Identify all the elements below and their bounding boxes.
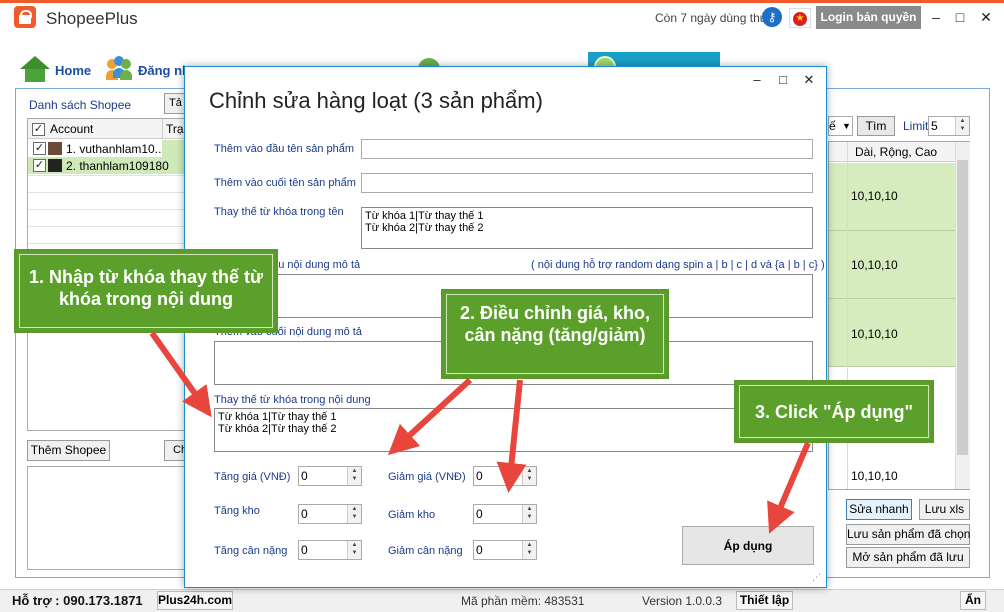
- arrow-step-2a: [387, 377, 473, 456]
- annotation-arrows: [149, 331, 811, 534]
- arrow-step-3: [767, 441, 811, 534]
- arrow-step-1: [149, 331, 212, 418]
- arrow-step-2b: [496, 379, 527, 493]
